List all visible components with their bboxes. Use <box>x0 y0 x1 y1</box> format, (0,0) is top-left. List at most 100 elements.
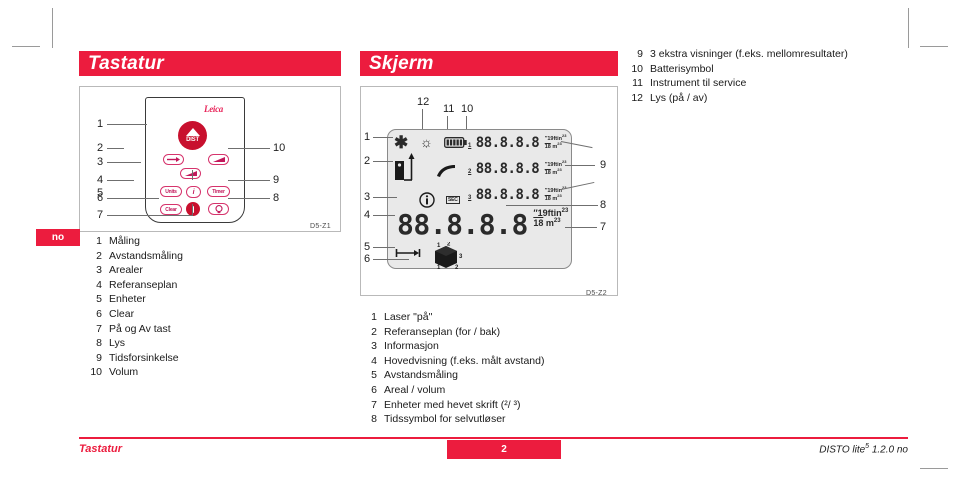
legend-text: Tidssymbol for selvutløser <box>384 413 506 426</box>
list-item: 8 Tidssymbol for selvutløser <box>360 412 640 427</box>
leader-line <box>422 109 423 131</box>
legend-text: Referanseplan <box>109 278 178 291</box>
triangle-up-icon <box>185 128 200 136</box>
leica-logo: Leica <box>204 104 223 114</box>
leader-line <box>373 215 395 216</box>
legend-number: 6 <box>371 383 377 396</box>
list-item: 7 Enheter med hevet skrift (²/ ³) <box>360 398 640 413</box>
leader-line <box>565 227 597 228</box>
laser-on-icon: ✱ <box>394 133 409 152</box>
callout-11: 11 <box>443 103 455 115</box>
area-button[interactable] <box>180 168 201 179</box>
power-button[interactable] <box>186 202 200 216</box>
legend-number: 7 <box>96 322 102 335</box>
clear-button[interactable]: Clear <box>160 204 182 215</box>
legend-number: 8 <box>96 337 102 350</box>
battery-icon <box>444 137 467 148</box>
leader-line <box>107 198 159 199</box>
dist-label: DIST <box>186 137 199 143</box>
leader-line <box>107 215 193 216</box>
legend-text: På og Av tast <box>109 322 171 335</box>
volume-button[interactable] <box>208 154 229 165</box>
lcd-small-digits: 88.8.8.8 <box>475 187 540 203</box>
volume-icon <box>212 157 225 162</box>
callout-10: 10 <box>461 103 474 115</box>
top-right-legend: 9 3 ekstra visninger (f.eks. mellomresul… <box>624 47 944 105</box>
legend-text: Lys <box>109 337 125 350</box>
list-item: 3 Arealer <box>85 263 285 278</box>
frac-bottom: 18 <box>533 218 544 229</box>
callout-6: 6 <box>97 192 104 204</box>
crop-mark-bottom-right <box>920 468 948 469</box>
leader-line <box>192 170 193 180</box>
callout-4: 4 <box>97 174 104 186</box>
arrow-right-icon <box>167 157 180 162</box>
legend-number: 5 <box>371 369 377 382</box>
row-number: 2 <box>468 169 472 175</box>
legend-number: 1 <box>371 311 377 323</box>
callout-9: 9 <box>273 174 280 186</box>
legend-text: Tidsforsinkelse <box>109 351 179 364</box>
legend-text: Enheter <box>109 293 146 306</box>
footer-page-number: 2 <box>447 440 561 459</box>
list-item: 8 Lys <box>85 336 285 351</box>
lcd-main-row: 88.8.8.8 ″19ftin23 18 m23 <box>397 208 568 241</box>
callout-2: 2 <box>97 142 104 154</box>
units-button[interactable]: Units <box>160 186 182 197</box>
distance-measure-button[interactable] <box>163 154 184 165</box>
callout-2: 2 <box>364 155 371 167</box>
volume-cube-icon: 1 2 3 1 2 <box>435 242 463 270</box>
lcd-sub-row-2: 2 88.8.8.8 ″19ftin23 18 m23 <box>468 159 566 178</box>
legend-number: 11 <box>632 77 643 90</box>
leader-line <box>228 148 270 149</box>
units-label: Units <box>165 188 177 195</box>
legend-number: 4 <box>96 278 102 291</box>
leader-line <box>565 165 595 166</box>
product-version: 1.2.0 no <box>871 444 908 456</box>
lcd-main-unit-stack: ″19ftin23 18 m23 <box>533 208 569 229</box>
legend-number: 10 <box>90 366 102 379</box>
distance-measure-icon <box>395 249 421 257</box>
keypad-figure-caption: D5-Z1 <box>310 223 331 230</box>
leader-line <box>192 204 193 215</box>
row-number: 1 <box>468 143 472 149</box>
footer-product-label: DISTO lite5 1.2.0 no <box>748 443 908 455</box>
legend-text: Avstandsmåling <box>384 369 458 382</box>
list-item: 5 Avstandsmåling <box>360 368 640 383</box>
callout-5: 5 <box>364 241 371 253</box>
lcd-panel: ✱ ☼ SEC 1 88.8.8.8 ″19ftin23 18 m23 2 88… <box>387 129 572 270</box>
keypad-section-title: Tastatur <box>88 52 164 74</box>
callout-12: 12 <box>417 96 430 108</box>
callout-10: 10 <box>273 142 286 154</box>
timer-button[interactable]: Timer <box>207 186 230 197</box>
info-button[interactable]: i <box>186 186 201 198</box>
callout-4: 4 <box>364 209 371 221</box>
reference-plane-icon <box>395 153 415 181</box>
keypad-section-header: Tastatur <box>79 51 341 76</box>
dist-button[interactable]: DIST <box>178 121 207 150</box>
leader-line <box>373 137 393 138</box>
legend-text: Clear <box>109 307 135 320</box>
legend-text: Laser "på" <box>384 311 433 323</box>
unit-bottom: m <box>545 218 554 229</box>
light-bulb-icon <box>214 204 223 213</box>
callout-1: 1 <box>97 118 104 130</box>
lcd-sub-row-1: 1 88.8.8.8 ″19ftin23 18 m23 <box>468 133 566 152</box>
language-badge: no <box>36 229 80 246</box>
unit-top: ftin <box>547 208 562 218</box>
callout-1: 1 <box>364 131 371 143</box>
legend-number: 10 <box>631 62 643 75</box>
callout-9: 9 <box>600 159 607 171</box>
legend-number: 8 <box>371 413 377 426</box>
crop-mark-top-right <box>908 8 909 48</box>
callout-7: 7 <box>600 221 607 233</box>
lcd-small-digits: 88.8.8.8 <box>475 135 540 151</box>
list-item: 1 Laser "på" <box>360 310 640 325</box>
crop-mark-left <box>12 46 40 47</box>
callout-6: 6 <box>364 253 371 265</box>
leader-line <box>373 197 397 198</box>
light-button[interactable] <box>208 203 229 215</box>
leader-line <box>506 205 598 206</box>
unit-sup: 23 <box>557 193 562 199</box>
svg-text:1: 1 <box>437 265 441 270</box>
